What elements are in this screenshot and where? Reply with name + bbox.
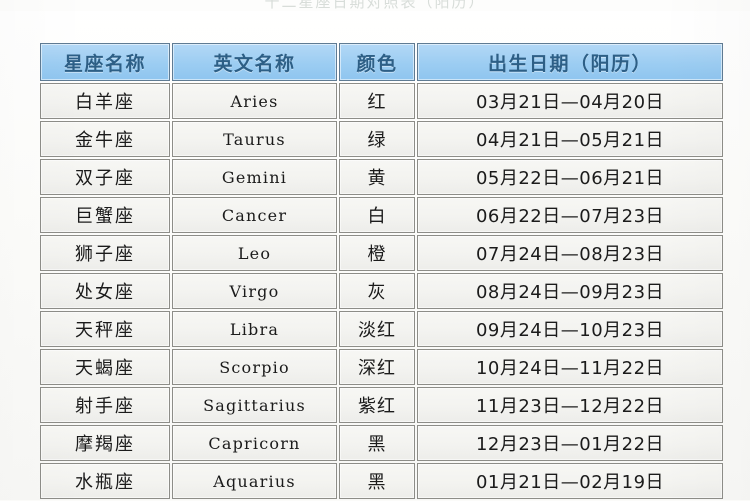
cell-birth-date: 11月23日—12月22日	[417, 387, 723, 423]
cell-zodiac-name: 摩羯座	[40, 425, 170, 461]
cell-color: 白	[339, 197, 415, 233]
cut-off-title-strip: 十二星座日期对照表（阳历）	[0, 0, 750, 11]
cell-color: 橙	[339, 235, 415, 271]
cell-zodiac-name: 金牛座	[40, 121, 170, 157]
cell-color: 淡红	[339, 311, 415, 347]
cell-english-name: Virgo	[172, 273, 337, 309]
table-row: 天蝎座 Scorpio 深红 10月24日—11月22日	[40, 349, 723, 385]
cell-color: 红	[339, 83, 415, 119]
cell-english-name: Capricorn	[172, 425, 337, 461]
cell-birth-date: 06月22日—07月23日	[417, 197, 723, 233]
cell-birth-date: 10月24日—11月22日	[417, 349, 723, 385]
cell-english-name: Aquarius	[172, 463, 337, 499]
table-body: 白羊座 Aries 红 03月21日—04月20日 金牛座 Taurus 绿 04月21日—0…	[40, 83, 723, 499]
cell-zodiac-name: 水瓶座	[40, 463, 170, 499]
cell-zodiac-name: 处女座	[40, 273, 170, 309]
cell-color: 黑	[339, 463, 415, 499]
cell-birth-date: 07月24日—08月23日	[417, 235, 723, 271]
table-row: 狮子座 Leo 橙 07月24日—08月23日	[40, 235, 723, 271]
page-title-fragment: 十二星座日期对照表（阳历）	[264, 0, 486, 11]
cell-color: 黄	[339, 159, 415, 195]
table-row: 摩羯座 Capricorn 黑 12月23日—01月22日	[40, 425, 723, 461]
table-row: 天秤座 Libra 淡红 09月24日—10月23日	[40, 311, 723, 347]
cell-color: 紫红	[339, 387, 415, 423]
cell-zodiac-name: 狮子座	[40, 235, 170, 271]
table-row: 巨蟹座 Cancer 白 06月22日—07月23日	[40, 197, 723, 233]
column-header-english-name: 英文名称	[172, 43, 337, 81]
header-row: 星座名称 英文名称 颜色 出生日期（阳历）	[40, 43, 723, 81]
cell-birth-date: 04月21日—05月21日	[417, 121, 723, 157]
table-row: 双子座 Gemini 黄 05月22日—06月21日	[40, 159, 723, 195]
cell-birth-date: 01月21日—02月19日	[417, 463, 723, 499]
cell-birth-date: 05月22日—06月21日	[417, 159, 723, 195]
cell-english-name: Aries	[172, 83, 337, 119]
cell-birth-date: 03月21日—04月20日	[417, 83, 723, 119]
cell-color: 深红	[339, 349, 415, 385]
cell-english-name: Libra	[172, 311, 337, 347]
cell-zodiac-name: 白羊座	[40, 83, 170, 119]
table-header: 星座名称 英文名称 颜色 出生日期（阳历）	[40, 43, 723, 81]
table-row: 水瓶座 Aquarius 黑 01月21日—02月19日	[40, 463, 723, 499]
cell-english-name: Cancer	[172, 197, 337, 233]
cell-birth-date: 12月23日—01月22日	[417, 425, 723, 461]
cell-color: 绿	[339, 121, 415, 157]
table-row: 处女座 Virgo 灰 08月24日—09月23日	[40, 273, 723, 309]
cell-birth-date: 08月24日—09月23日	[417, 273, 723, 309]
cell-zodiac-name: 巨蟹座	[40, 197, 170, 233]
cell-zodiac-name: 天蝎座	[40, 349, 170, 385]
cell-zodiac-name: 射手座	[40, 387, 170, 423]
cell-english-name: Scorpio	[172, 349, 337, 385]
zodiac-table: 星座名称 英文名称 颜色 出生日期（阳历） 白羊座 Aries 红 03月21日—04…	[38, 41, 725, 501]
table-row: 白羊座 Aries 红 03月21日—04月20日	[40, 83, 723, 119]
table-row: 射手座 Sagittarius 紫红 11月23日—12月22日	[40, 387, 723, 423]
cell-birth-date: 09月24日—10月23日	[417, 311, 723, 347]
cell-zodiac-name: 双子座	[40, 159, 170, 195]
column-header-birth-date: 出生日期（阳历）	[417, 43, 723, 81]
cell-english-name: Gemini	[172, 159, 337, 195]
cell-english-name: Sagittarius	[172, 387, 337, 423]
cell-english-name: Taurus	[172, 121, 337, 157]
cell-zodiac-name: 天秤座	[40, 311, 170, 347]
zodiac-reference-image: 十二星座日期对照表（阳历） 星座名称 英文名称 颜色 出生日期（阳历） 白羊座 A…	[0, 0, 750, 500]
cell-color: 黑	[339, 425, 415, 461]
cell-english-name: Leo	[172, 235, 337, 271]
column-header-color: 颜色	[339, 43, 415, 81]
zodiac-table-container: 星座名称 英文名称 颜色 出生日期（阳历） 白羊座 Aries 红 03月21日—04…	[38, 41, 723, 501]
column-header-zodiac-name: 星座名称	[40, 43, 170, 81]
table-row: 金牛座 Taurus 绿 04月21日—05月21日	[40, 121, 723, 157]
cell-color: 灰	[339, 273, 415, 309]
